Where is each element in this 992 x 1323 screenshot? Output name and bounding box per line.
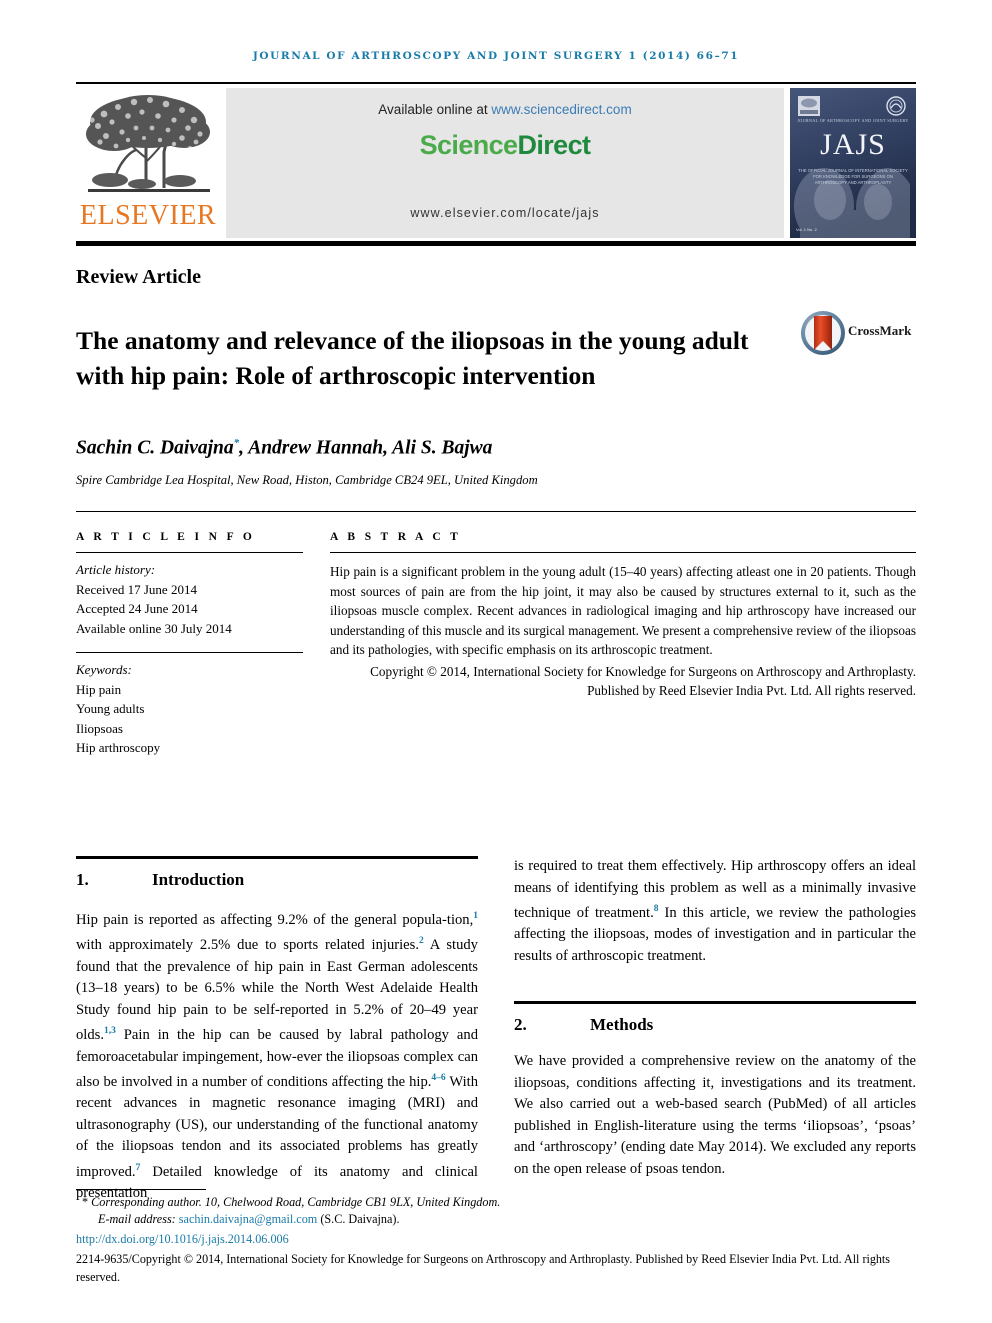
introduction-number: 1.: [76, 870, 89, 889]
email-link[interactable]: sachin.daivajna@gmail.com: [179, 1212, 317, 1226]
date-accepted: Accepted 24 June 2014: [76, 601, 198, 616]
journal-homepage-url[interactable]: www.elsevier.com/locate/jajs: [226, 206, 784, 220]
keywords-block: Keywords: Hip pain Young adults Iliopsoa…: [76, 653, 303, 758]
sciencedirect-link[interactable]: www.sciencedirect.com: [491, 102, 631, 117]
doi-link[interactable]: http://dx.doi.org/10.1016/j.jajs.2014.06…: [76, 1232, 289, 1247]
keyword-item: Hip arthroscopy: [76, 740, 161, 755]
email-suffix: (S.C. Daivajna).: [320, 1212, 400, 1226]
elsevier-tree-icon: [86, 95, 210, 192]
methods-title: Methods: [590, 1015, 654, 1035]
running-head: JOURNAL OF ARTHROSCOPY AND JOINT SURGERY…: [252, 50, 740, 62]
masthead-bottom-rule: [76, 241, 916, 246]
keyword-item: Hip pain: [76, 681, 122, 697]
cover-subtitle: THE OFFICIAL JOURNAL OF INTERNATIONAL SO…: [798, 168, 908, 185]
elsevier-logo: ELSEVIER: [76, 88, 222, 238]
keywords-label: Keywords:: [76, 662, 132, 677]
body-column-right: is required to treat them effectively. H…: [514, 856, 916, 1180]
abstract-text: Hip pain is a significant problem in the…: [330, 564, 916, 657]
author-first: Sachin C. Daivajna: [76, 437, 234, 459]
introduction-title: Introduction: [152, 870, 245, 889]
cover-acronym: JAJS: [820, 128, 886, 161]
masthead: ELSEVIER Available online at www.science…: [76, 88, 916, 238]
methods-heading: 2. Methods: [514, 1015, 916, 1035]
page-title: The anatomy and relevance of the iliopso…: [76, 326, 749, 391]
citation-ref[interactable]: 1: [473, 911, 478, 921]
article-info-heading: A R T I C L E I N F O: [76, 531, 256, 543]
footnote-block: * Corresponding author. 10, Chelwood Roa…: [76, 1194, 916, 1228]
citation-ref[interactable]: 1,3: [104, 1026, 116, 1036]
methods-paragraph: We have provided a comprehensive review …: [514, 1053, 916, 1177]
introduction-paragraph-right: is required to treat them effectively. H…: [514, 856, 916, 967]
article-info-panel: A R T I C L E I N F O Article history: R…: [76, 531, 303, 758]
sciencedirect-banner: Available online at www.sciencedirect.co…: [226, 88, 784, 238]
introduction-paragraph-left: Hip pain is reported as affecting 9.2% o…: [76, 906, 478, 1205]
crossmark-icon: [801, 311, 845, 355]
affiliation: Spire Cambridge Lea Hospital, New Road, …: [76, 473, 538, 487]
keyword-item: Young adults: [76, 701, 145, 716]
cover-elsevier-badge-icon: [798, 96, 820, 116]
issn-copyright-line: 2214-9635/Copyright © 2014, Internationa…: [76, 1252, 890, 1284]
introduction-section-rule: [76, 856, 478, 859]
abstract-copyright: Copyright © 2014, International Society …: [370, 663, 916, 699]
sciencedirect-logo: ScienceDirect: [226, 130, 784, 161]
article-type-label: Review Article: [76, 266, 201, 288]
available-online-line: Available online at www.sciencedirect.co…: [226, 102, 784, 117]
journal-article-page: JOURNAL OF ARTHROSCOPY AND JOINT SURGERY…: [0, 0, 992, 1323]
author-rest: , Andrew Hannah, Ali S. Bajwa: [239, 437, 493, 459]
article-history-block: Article history: Received 17 June 2014 A…: [76, 553, 303, 638]
email-note: E-mail address: sachin.daivajna@gmail.co…: [76, 1211, 916, 1228]
masthead-top-rule: [76, 82, 916, 84]
journal-cover-thumbnail: JOURNAL OF ARTHROSCOPY AND JOINT SURGERY…: [790, 88, 916, 238]
date-available-online: Available online 30 July 2014: [76, 620, 232, 636]
corresponding-author-text: Corresponding author. 10, Chelwood Road,…: [91, 1195, 501, 1209]
footnote-rule: [76, 1189, 206, 1190]
corresponding-star: *: [82, 1195, 89, 1209]
corresponding-author-note: * Corresponding author. 10, Chelwood Roa…: [76, 1194, 916, 1211]
intro-text-4: Pain in the hip can be caused by labral …: [76, 1027, 478, 1090]
title-block-rule: [76, 511, 916, 512]
methods-number: 2.: [514, 1015, 527, 1035]
citation-ref[interactable]: 4–6: [431, 1073, 445, 1083]
sciencedirect-logo-part1: Science: [419, 130, 518, 160]
sciencedirect-logo-part2: Direct: [517, 130, 591, 160]
body-column-left: 1. Introduction Hip pain is reported as …: [76, 856, 478, 1205]
cover-society-badge-icon: [886, 96, 906, 116]
intro-text-2: with approximately 2.5% due to sports re…: [76, 937, 419, 954]
keyword-item: Iliopsoas: [76, 720, 123, 736]
available-online-prefix: Available online at: [378, 102, 492, 117]
crossmark-badge[interactable]: CrossMark: [800, 310, 912, 358]
introduction-heading: 1. Introduction: [76, 870, 478, 890]
methods-section-rule: [514, 1001, 916, 1005]
elsevier-wordmark: ELSEVIER: [79, 200, 217, 231]
crossmark-label: CrossMark: [848, 323, 912, 338]
cover-footer-text: Vol. 1 No. 2: [796, 227, 817, 232]
abstract-panel: A B S T R A C T Hip pain is a significan…: [330, 531, 916, 701]
date-received: Received 17 June 2014: [76, 581, 197, 597]
author-list: Sachin C. Daivajna*, Andrew Hannah, Ali …: [76, 437, 492, 460]
email-label: E-mail address:: [98, 1212, 176, 1226]
article-history-label: Article history:: [76, 562, 156, 577]
abstract-heading: A B S T R A C T: [330, 531, 462, 543]
cover-journal-name: JOURNAL OF ARTHROSCOPY AND JOINT SURGERY: [797, 118, 909, 123]
intro-text-1: Hip pain is reported as affecting 9.2% o…: [76, 911, 474, 928]
